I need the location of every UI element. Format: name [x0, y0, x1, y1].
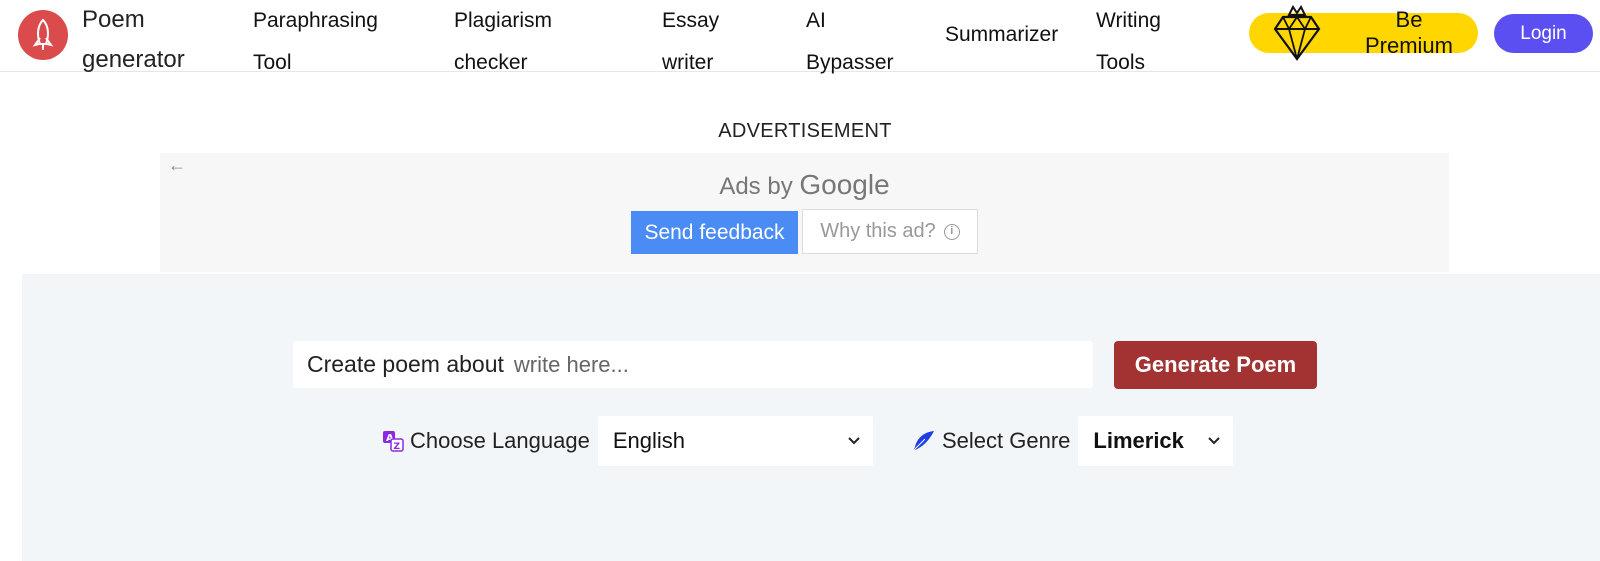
language-group: A Z Choose Language English [382, 416, 873, 466]
nav-writing-tools[interactable]: Writing Tools [1096, 0, 1161, 84]
nav-paraphrasing-tool[interactable]: Paraphrasing Tool [253, 0, 378, 84]
info-icon: i [943, 223, 960, 240]
rocket-icon [32, 18, 54, 50]
svg-text:Z: Z [394, 442, 401, 452]
language-select[interactable]: English [597, 416, 873, 466]
poem-topic-input[interactable] [513, 351, 1034, 378]
be-premium-button[interactable]: Be Premium [1249, 5, 1478, 61]
top-navbar: Poem generator Paraphrasing Tool Plagiar… [0, 0, 1600, 74]
nav-plagiarism-checker[interactable]: Plagiarism checker [454, 0, 552, 84]
advertisement-label: ADVERTISEMENT [718, 120, 892, 142]
diamond-icon [1273, 5, 1321, 61]
feather-icon [912, 431, 934, 452]
language-label: Choose Language [410, 428, 590, 453]
be-premium-label: Be Premium [1364, 7, 1453, 58]
prompt-box: Create poem about [293, 341, 1093, 388]
generate-poem-button[interactable]: Generate Poem [1114, 341, 1317, 389]
ad-container: ← Ads by Google Send feedback Why this a… [160, 153, 1449, 272]
language-selected-value: English [612, 428, 685, 453]
genre-label: Select Genre [942, 428, 1071, 453]
nav-essay-writer[interactable]: Essay writer [662, 0, 719, 84]
why-this-ad-button[interactable]: Why this ad? i [802, 209, 978, 254]
login-button[interactable]: Login [1494, 14, 1593, 53]
genre-select[interactable]: Limerick [1078, 416, 1234, 466]
prompt-label: Create poem about [307, 351, 504, 377]
ads-by-google: Ads by Google [719, 169, 890, 200]
brand-name[interactable]: Poem generator [82, 0, 185, 80]
genre-selected-value: Limerick [1093, 428, 1184, 453]
chevron-down-icon [848, 437, 860, 445]
nav-summarizer[interactable]: Summarizer [945, 14, 1058, 56]
logo[interactable] [18, 10, 68, 60]
translate-icon: A Z [383, 431, 404, 452]
poem-generator-panel: Create poem about Generate Poem A Z Choo… [22, 274, 1600, 561]
send-feedback-button[interactable]: Send feedback [631, 211, 798, 254]
chevron-down-icon [1208, 437, 1221, 445]
genre-group: Select Genre Limerick [910, 416, 1234, 466]
nav-ai-bypasser[interactable]: AI Bypasser [806, 0, 894, 84]
google-wordmark: Google [799, 169, 890, 200]
